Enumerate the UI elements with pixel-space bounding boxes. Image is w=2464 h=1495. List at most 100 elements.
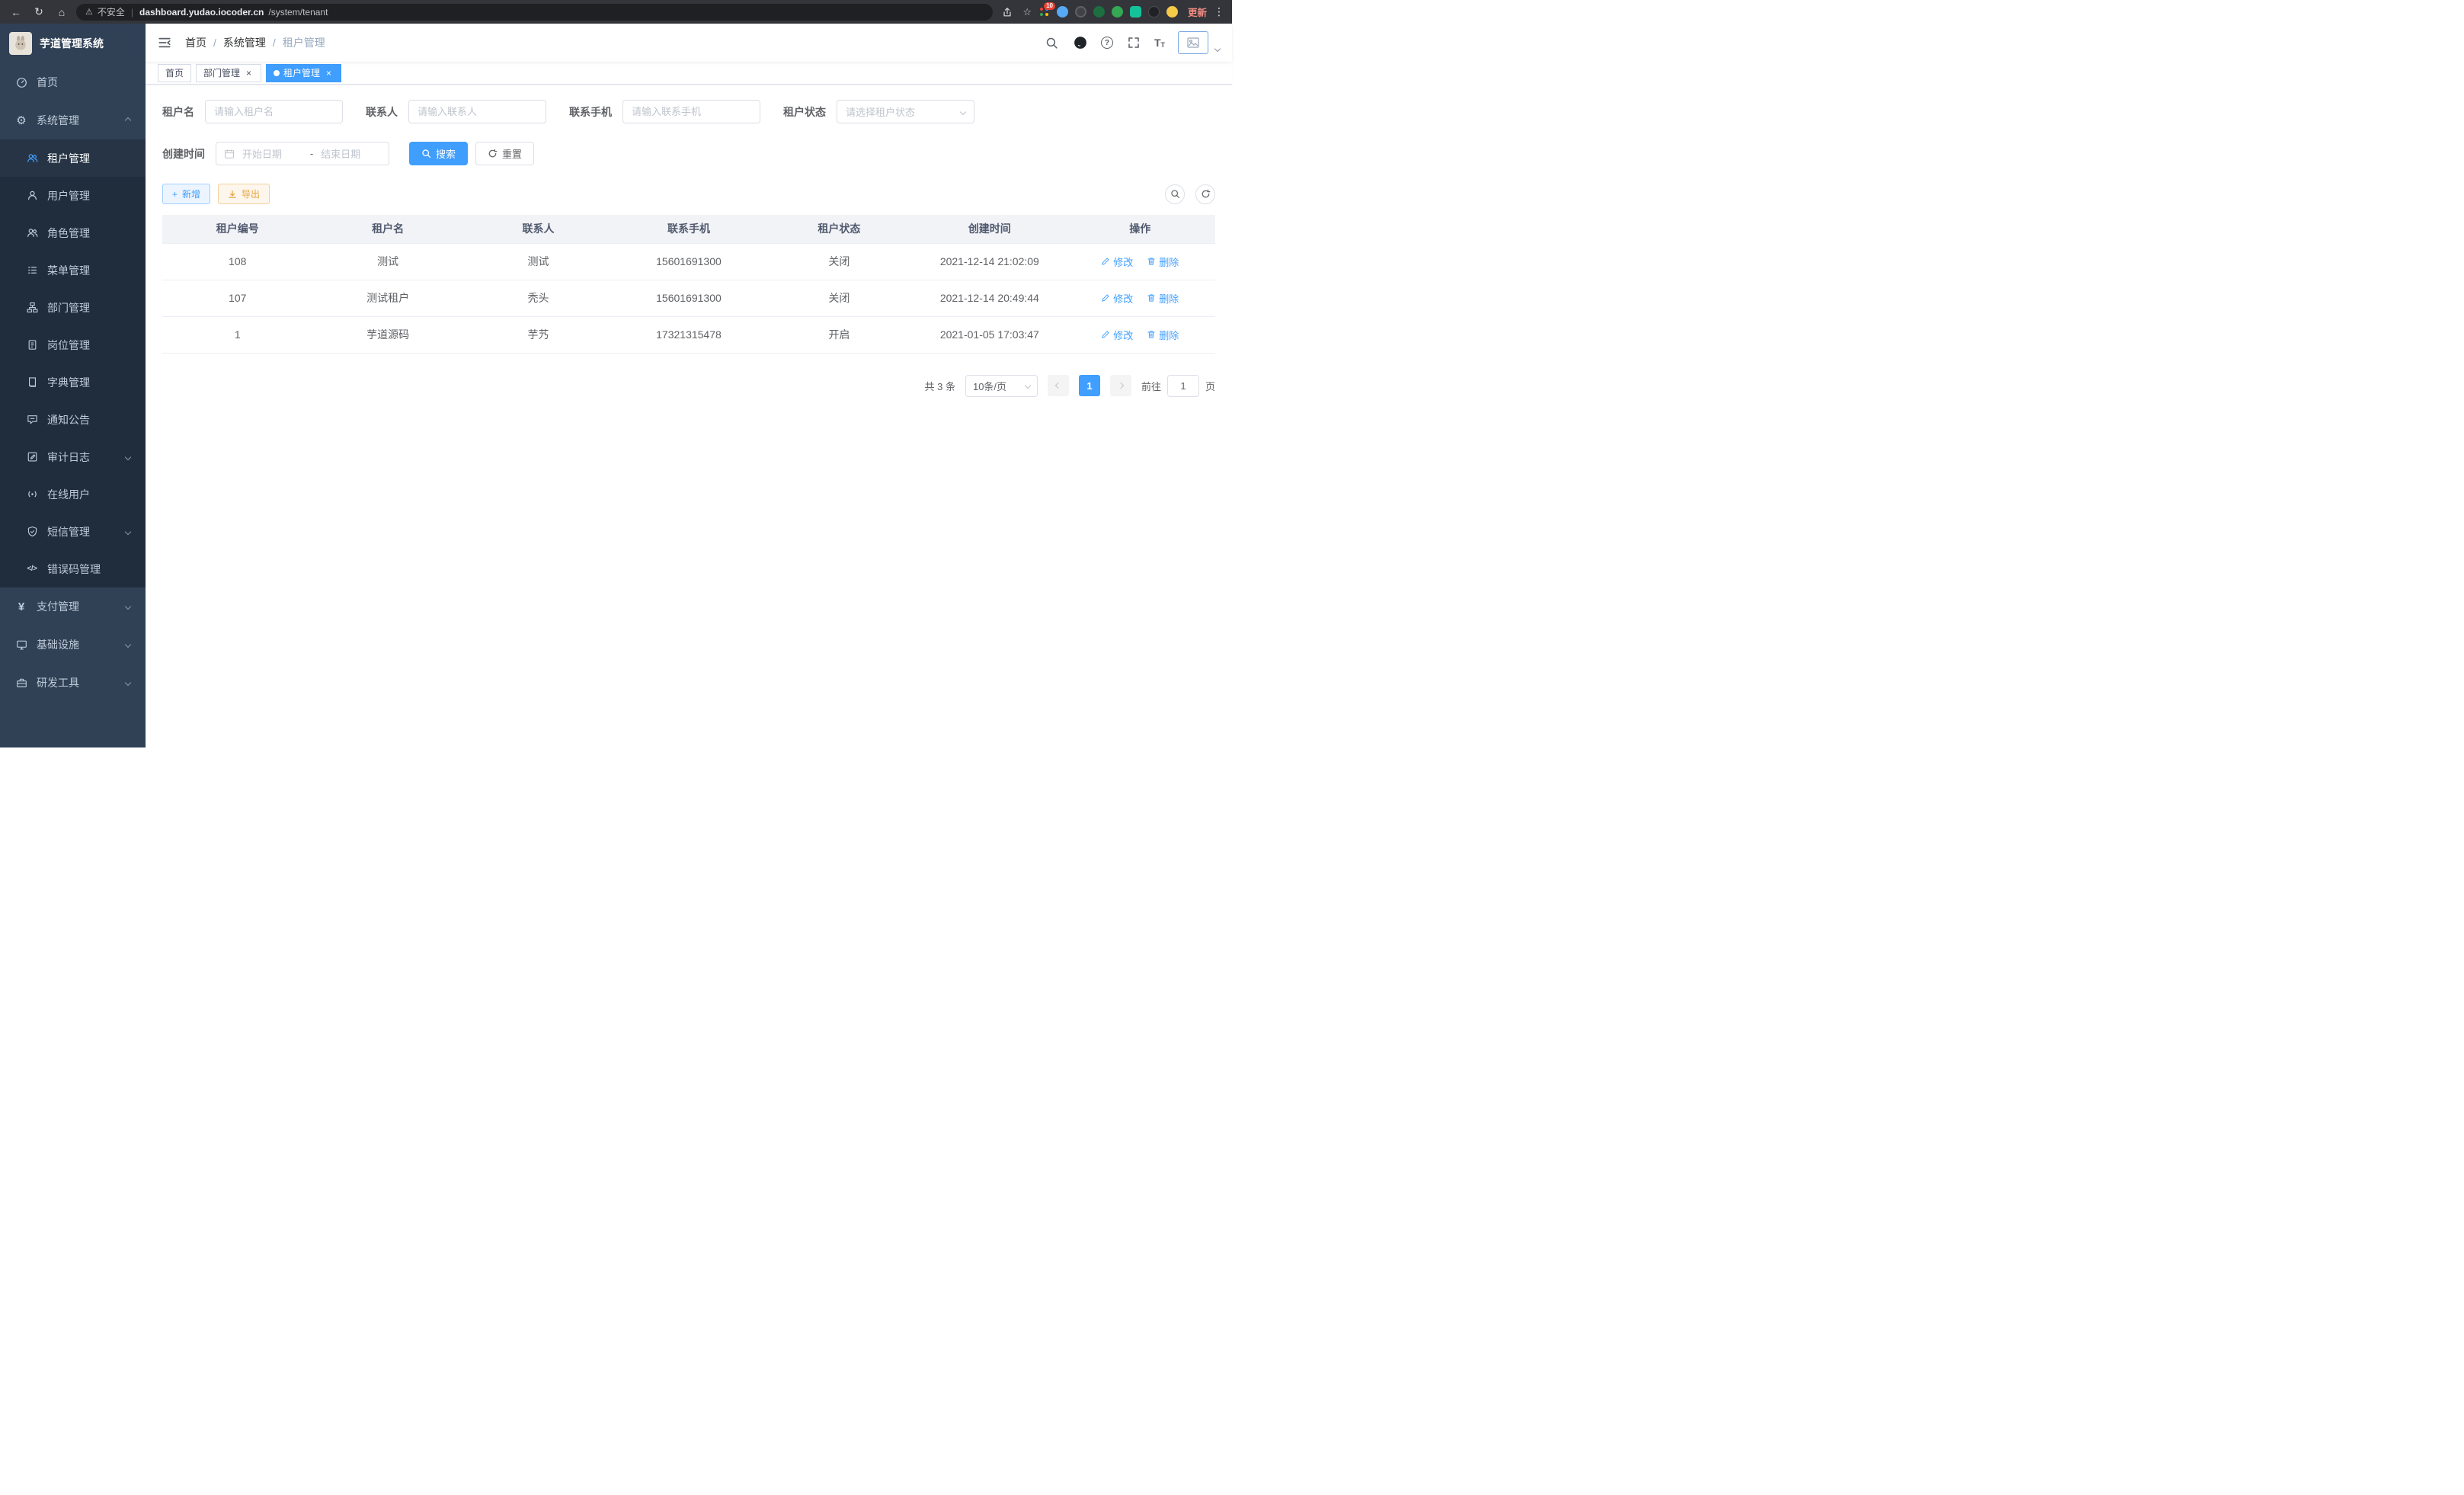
reload-icon[interactable]: ↻	[30, 4, 47, 21]
avatar[interactable]	[1178, 31, 1208, 54]
browser-update-button[interactable]: 更新	[1188, 5, 1207, 19]
sidebar-item-tenant-management[interactable]: 租户管理	[0, 139, 146, 177]
chevron-down-icon	[125, 642, 131, 648]
sidebar-item-notice[interactable]: 通知公告	[0, 401, 146, 438]
reset-button[interactable]: 重置	[475, 142, 534, 165]
sidebar-item-online-users[interactable]: 在线用户	[0, 475, 146, 513]
url-divider: |	[131, 7, 133, 18]
sidebar-item-sms-management[interactable]: 短信管理	[0, 513, 146, 550]
delete-link[interactable]: 删除	[1147, 328, 1179, 342]
avatar-dropdown-icon[interactable]	[1214, 46, 1221, 52]
gear-icon: ⚙	[15, 114, 27, 126]
tab-tenant-management[interactable]: 租户管理 ×	[266, 64, 341, 82]
prev-page-button[interactable]	[1048, 375, 1069, 396]
delete-link[interactable]: 删除	[1147, 255, 1179, 269]
sidebar-item-dept-management[interactable]: 部门管理	[0, 289, 146, 326]
sidebar-item-payment[interactable]: ¥ 支付管理	[0, 587, 146, 626]
extension-dark-green-icon[interactable]	[1093, 6, 1105, 18]
edit-link[interactable]: 修改	[1101, 255, 1133, 269]
date-range-picker[interactable]: 开始日期 - 结束日期	[216, 142, 389, 165]
help-icon[interactable]: ?	[1101, 37, 1113, 49]
back-icon[interactable]: ←	[8, 4, 24, 21]
page-size-select[interactable]: 10条/页	[965, 375, 1038, 397]
sidebar-item-dev-tools[interactable]: 研发工具	[0, 664, 146, 702]
sidebar-item-label: 研发工具	[37, 675, 79, 690]
tab-label: 首页	[165, 66, 184, 79]
sidebar-item-label: 短信管理	[47, 524, 90, 539]
sidebar-item-label: 岗位管理	[47, 338, 90, 353]
header-search-icon[interactable]	[1045, 35, 1060, 50]
contact-phone-input[interactable]	[622, 100, 760, 123]
edit-link[interactable]: 修改	[1101, 291, 1133, 306]
url-bar[interactable]: ⚠ 不安全 | dashboard.yudao.iocoder.cn/syste…	[76, 4, 993, 21]
tab-home[interactable]: 首页	[158, 64, 191, 82]
extension-pretzel-icon[interactable]	[1148, 6, 1160, 18]
extension-avatar-icon[interactable]	[1166, 6, 1178, 18]
tab-dept-management[interactable]: 部门管理 ×	[196, 64, 261, 82]
chevron-down-icon	[960, 108, 966, 114]
bookmark-star-icon[interactable]: ☆	[1022, 6, 1032, 18]
extension-drop-icon[interactable]	[1057, 6, 1068, 18]
tenant-name-input[interactable]	[205, 100, 343, 123]
plus-icon: +	[172, 189, 178, 200]
extension-green-circle-icon[interactable]	[1112, 6, 1123, 18]
sidebar-item-label: 租户管理	[47, 151, 90, 166]
active-tab-dot	[274, 70, 280, 76]
edit-link[interactable]: 修改	[1101, 328, 1133, 342]
system-submenu: 租户管理 用户管理 角色管理 菜单管理	[0, 139, 146, 587]
col-tenant-id: 租户编号	[162, 215, 312, 243]
collapse-sidebar-icon[interactable]	[158, 35, 173, 50]
extension-dark-ring-icon[interactable]	[1075, 6, 1086, 18]
close-icon[interactable]: ×	[244, 68, 254, 78]
app-title: 芋道管理系统	[40, 36, 104, 51]
add-button[interactable]: + 新增	[162, 184, 210, 204]
search-button[interactable]: 搜索	[409, 142, 468, 165]
sidebar-item-infrastructure[interactable]: 基础设施	[0, 626, 146, 664]
sidebar-item-menu-management[interactable]: 菜单管理	[0, 251, 146, 289]
sidebar-item-label: 首页	[37, 75, 58, 90]
sidebar-item-home[interactable]: 首页	[0, 63, 146, 101]
sidebar-item-label: 错误码管理	[47, 562, 101, 577]
sidebar-item-system[interactable]: ⚙ 系统管理	[0, 101, 146, 139]
extension-green-square-icon[interactable]	[1130, 6, 1141, 18]
sidebar-item-audit-log[interactable]: 审计日志	[0, 438, 146, 475]
extension-dots-icon[interactable]: 10	[1038, 6, 1050, 18]
user-icon	[26, 190, 38, 202]
font-size-icon[interactable]: TT	[1154, 37, 1165, 49]
goto-page-input[interactable]	[1167, 375, 1199, 397]
browser-menu-icon[interactable]: ⋮	[1214, 5, 1224, 18]
col-actions: 操作	[1065, 215, 1215, 243]
github-icon[interactable]	[1073, 35, 1088, 50]
close-icon[interactable]: ×	[324, 68, 334, 78]
fullscreen-icon[interactable]	[1126, 35, 1141, 50]
share-icon[interactable]	[999, 4, 1016, 21]
contact-input[interactable]	[408, 100, 546, 123]
export-button[interactable]: 导出	[218, 184, 270, 204]
page-number-button[interactable]: 1	[1079, 375, 1100, 396]
users-icon	[26, 152, 38, 165]
refresh-icon-button[interactable]	[1195, 184, 1215, 204]
sidebar-item-error-code[interactable]: </> 错误码管理	[0, 550, 146, 587]
browser-chrome: ← ↻ ⌂ ⚠ 不安全 | dashboard.yudao.iocoder.cn…	[0, 0, 1232, 24]
home-icon[interactable]: ⌂	[53, 4, 70, 21]
sidebar-item-label: 通知公告	[47, 412, 90, 427]
chevron-left-icon	[1055, 383, 1061, 389]
breadcrumb-system[interactable]: 系统管理	[223, 35, 266, 50]
date-range-separator: -	[310, 148, 313, 159]
breadcrumb-home[interactable]: 首页	[185, 35, 206, 50]
tenant-status-select[interactable]: 请选择租户状态	[837, 100, 974, 123]
delete-link[interactable]: 删除	[1147, 291, 1179, 306]
sidebar-item-dict-management[interactable]: 字典管理	[0, 363, 146, 401]
sidebar-item-label: 支付管理	[37, 599, 79, 614]
sidebar-item-post-management[interactable]: 岗位管理	[0, 326, 146, 363]
sidebar-item-user-management[interactable]: 用户管理	[0, 177, 146, 214]
phone-field: 联系手机	[569, 100, 760, 123]
sidebar-item-role-management[interactable]: 角色管理	[0, 214, 146, 251]
cell-contact: 测试	[463, 243, 613, 280]
table-row: 108 测试 测试 15601691300 关闭 2021-12-14 21:0…	[162, 243, 1215, 280]
toggle-search-icon-button[interactable]	[1165, 184, 1185, 204]
app-logo[interactable]: 芋道管理系统	[0, 24, 146, 63]
goto-label: 前往	[1141, 379, 1161, 393]
next-page-button[interactable]	[1110, 375, 1131, 396]
filter-row-2: 创建时间 开始日期 - 结束日期 搜索 重置	[162, 142, 1215, 165]
